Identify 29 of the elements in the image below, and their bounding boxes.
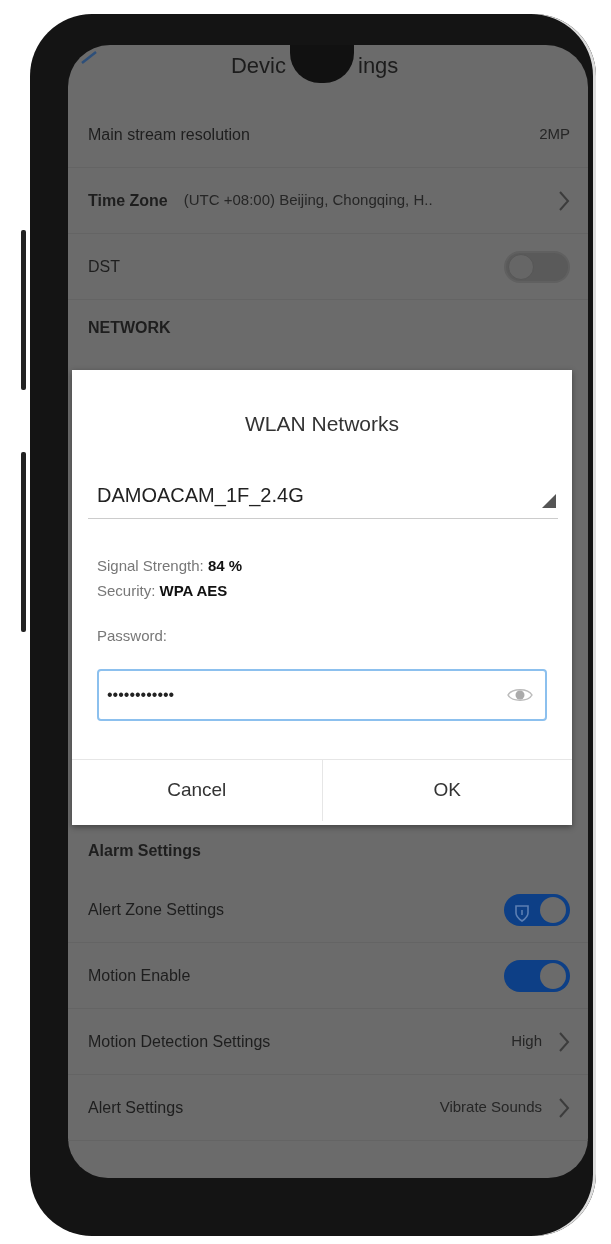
info-line: Security: WPA AES [97, 580, 229, 601]
setting-label: DST [88, 256, 120, 277]
setting-label: Motion Detection Settings [88, 1031, 271, 1052]
setting-label: Alarm Settings [88, 841, 201, 861]
setting-label: Alert Zone Settings [88, 899, 225, 920]
chevron-icon[interactable] [558, 1096, 570, 1119]
chevron-icon[interactable] [558, 1030, 570, 1053]
screen-title: ings [358, 53, 399, 78]
setting-label: Motion Enable [88, 965, 191, 986]
password-field[interactable]: •••••••••••• [97, 669, 547, 721]
setting-label: Time Zone [88, 190, 168, 211]
network-dropdown[interactable]: DAMOACAM_1F_2.4G [88, 479, 558, 519]
screen-title: Devic [231, 53, 286, 78]
dialog-title: WLAN Networks [244, 411, 400, 437]
setting-label: Main stream resolution [88, 124, 250, 145]
toggle-switch[interactable] [504, 893, 570, 926]
toggle-switch[interactable] [504, 959, 570, 992]
ok-button[interactable]: OK [321, 760, 572, 821]
info-line: Signal Strength: 84 % [97, 555, 244, 576]
setting-value: (UTC +08:00) Beijing, Chongqing, H.. [183, 190, 433, 211]
camera-notch [290, 45, 354, 83]
setting-label: Alert Settings [88, 1097, 184, 1118]
chevron-icon[interactable] [558, 189, 570, 212]
eye-icon[interactable] [507, 687, 533, 703]
setting-value: Vibrate Sounds [439, 1097, 542, 1118]
setting-label: NETWORK [88, 318, 171, 338]
setting-value: 2MP [539, 124, 570, 145]
setting-value: High [511, 1031, 542, 1052]
password-label: Password: [97, 625, 169, 646]
